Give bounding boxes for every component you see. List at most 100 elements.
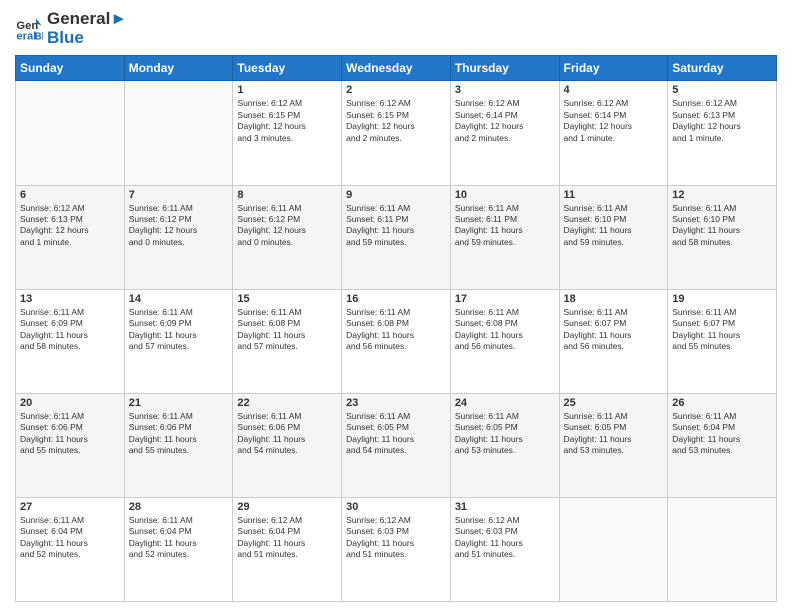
- day-info: Sunrise: 6:11 AM Sunset: 6:04 PM Dayligh…: [129, 515, 229, 561]
- day-info: Sunrise: 6:11 AM Sunset: 6:08 PM Dayligh…: [346, 307, 446, 353]
- day-number: 30: [346, 501, 446, 513]
- calendar-cell: 30 Sunrise: 6:12 AM Sunset: 6:03 PM Dayli…: [342, 497, 451, 601]
- day-info: Sunrise: 6:11 AM Sunset: 6:12 PM Dayligh…: [237, 203, 337, 249]
- day-header-saturday: Saturday: [668, 56, 777, 81]
- day-info: Sunrise: 6:12 AM Sunset: 6:15 PM Dayligh…: [237, 98, 337, 144]
- logo-line2: Blue: [47, 29, 127, 48]
- day-number: 11: [564, 189, 664, 201]
- calendar-cell: 5Sunrise: 6:12 AM Sunset: 6:13 PM Daylig…: [668, 81, 777, 185]
- calendar-cell: 16 Sunrise: 6:11 AM Sunset: 6:08 PM Dayli…: [342, 289, 451, 393]
- day-info: Sunrise: 6:11 AM Sunset: 6:12 PM Dayligh…: [129, 203, 229, 249]
- day-info: Sunrise: 6:11 AM Sunset: 6:09 PM Dayligh…: [129, 307, 229, 353]
- calendar-cell: 17 Sunrise: 6:11 AM Sunset: 6:08 PM Dayli…: [450, 289, 559, 393]
- day-info: Sunrise: 6:11 AM Sunset: 6:07 PM Dayligh…: [564, 307, 664, 353]
- calendar-cell: 19Sunrise: 6:11 AM Sunset: 6:07 PM Dayli…: [668, 289, 777, 393]
- day-number: 16: [346, 293, 446, 305]
- calendar-cell: 8 Sunrise: 6:11 AM Sunset: 6:12 PM Daylig…: [233, 185, 342, 289]
- week-row-4: 27 Sunrise: 6:11 AM Sunset: 6:04 PM Dayli…: [16, 497, 777, 601]
- calendar-cell: 9 Sunrise: 6:11 AM Sunset: 6:11 PM Daylig…: [342, 185, 451, 289]
- day-info: Sunrise: 6:11 AM Sunset: 6:09 PM Dayligh…: [20, 307, 120, 353]
- calendar-cell: 12 Sunrise: 6:11 AM Sunset: 6:10 PM Dayli…: [668, 185, 777, 289]
- calendar-cell: 3 Sunrise: 6:12 AM Sunset: 6:14 PM Daylig…: [450, 81, 559, 185]
- day-number: 6: [20, 189, 120, 201]
- day-info: Sunrise: 6:11 AM Sunset: 6:10 PM Dayligh…: [672, 203, 772, 249]
- calendar-cell: [124, 81, 233, 185]
- calendar-cell: 20 Sunrise: 6:11 AM Sunset: 6:06 PM Dayli…: [16, 393, 125, 497]
- calendar-header-row: SundayMondayTuesdayWednesdayThursdayFrid…: [16, 56, 777, 81]
- day-info: Sunrise: 6:12 AM Sunset: 6:03 PM Dayligh…: [346, 515, 446, 561]
- calendar-cell: 26 Sunrise: 6:11 AM Sunset: 6:04 PM Dayli…: [668, 393, 777, 497]
- day-header-wednesday: Wednesday: [342, 56, 451, 81]
- calendar-cell: 10 Sunrise: 6:11 AM Sunset: 6:11 PM Dayli…: [450, 185, 559, 289]
- day-number: 3: [455, 84, 555, 96]
- day-info: Sunrise: 6:11 AM Sunset: 6:06 PM Dayligh…: [237, 411, 337, 457]
- day-number: 17: [455, 293, 555, 305]
- calendar-cell: 1 Sunrise: 6:12 AM Sunset: 6:15 PM Daylig…: [233, 81, 342, 185]
- calendar-cell: 28Sunrise: 6:11 AM Sunset: 6:04 PM Dayli…: [124, 497, 233, 601]
- day-number: 12: [672, 189, 772, 201]
- calendar-cell: [668, 497, 777, 601]
- day-number: 29: [237, 501, 337, 513]
- day-info: Sunrise: 6:12 AM Sunset: 6:04 PM Dayligh…: [237, 515, 337, 561]
- day-info: Sunrise: 6:12 AM Sunset: 6:13 PM Dayligh…: [672, 98, 772, 144]
- logo-line1: General►: [47, 10, 127, 29]
- calendar-cell: 4 Sunrise: 6:12 AM Sunset: 6:14 PM Daylig…: [559, 81, 668, 185]
- day-number: 27: [20, 501, 120, 513]
- day-info: Sunrise: 6:11 AM Sunset: 6:04 PM Dayligh…: [672, 411, 772, 457]
- day-header-thursday: Thursday: [450, 56, 559, 81]
- calendar-cell: 21Sunrise: 6:11 AM Sunset: 6:06 PM Dayli…: [124, 393, 233, 497]
- calendar-cell: 15 Sunrise: 6:11 AM Sunset: 6:08 PM Dayli…: [233, 289, 342, 393]
- calendar-cell: 22 Sunrise: 6:11 AM Sunset: 6:06 PM Dayli…: [233, 393, 342, 497]
- day-number: 14: [129, 293, 229, 305]
- day-info: Sunrise: 6:12 AM Sunset: 6:14 PM Dayligh…: [564, 98, 664, 144]
- day-info: Sunrise: 6:11 AM Sunset: 6:05 PM Dayligh…: [455, 411, 555, 457]
- day-number: 4: [564, 84, 664, 96]
- day-info: Sunrise: 6:11 AM Sunset: 6:06 PM Dayligh…: [20, 411, 120, 457]
- day-info: Sunrise: 6:11 AM Sunset: 6:11 PM Dayligh…: [455, 203, 555, 249]
- day-number: 7: [129, 189, 229, 201]
- calendar-cell: 29 Sunrise: 6:12 AM Sunset: 6:04 PM Dayli…: [233, 497, 342, 601]
- day-header-sunday: Sunday: [16, 56, 125, 81]
- week-row-0: 1 Sunrise: 6:12 AM Sunset: 6:15 PM Daylig…: [16, 81, 777, 185]
- day-number: 13: [20, 293, 120, 305]
- day-number: 9: [346, 189, 446, 201]
- calendar-cell: 13 Sunrise: 6:11 AM Sunset: 6:09 PM Dayli…: [16, 289, 125, 393]
- week-row-1: 6 Sunrise: 6:12 AM Sunset: 6:13 PM Daylig…: [16, 185, 777, 289]
- day-number: 20: [20, 397, 120, 409]
- day-number: 31: [455, 501, 555, 513]
- day-info: Sunrise: 6:11 AM Sunset: 6:08 PM Dayligh…: [237, 307, 337, 353]
- day-number: 19: [672, 293, 772, 305]
- day-number: 26: [672, 397, 772, 409]
- logo: Gen eral Blue General► Blue: [15, 10, 127, 47]
- calendar-cell: 27 Sunrise: 6:11 AM Sunset: 6:04 PM Dayli…: [16, 497, 125, 601]
- calendar-cell: 24 Sunrise: 6:11 AM Sunset: 6:05 PM Dayli…: [450, 393, 559, 497]
- day-header-tuesday: Tuesday: [233, 56, 342, 81]
- day-info: Sunrise: 6:11 AM Sunset: 6:04 PM Dayligh…: [20, 515, 120, 561]
- day-number: 8: [237, 189, 337, 201]
- day-info: Sunrise: 6:11 AM Sunset: 6:08 PM Dayligh…: [455, 307, 555, 353]
- day-info: Sunrise: 6:11 AM Sunset: 6:05 PM Dayligh…: [564, 411, 664, 457]
- day-number: 1: [237, 84, 337, 96]
- calendar-cell: 6 Sunrise: 6:12 AM Sunset: 6:13 PM Daylig…: [16, 185, 125, 289]
- day-info: Sunrise: 6:12 AM Sunset: 6:13 PM Dayligh…: [20, 203, 120, 249]
- calendar-cell: 31Sunrise: 6:12 AM Sunset: 6:03 PM Dayli…: [450, 497, 559, 601]
- calendar-cell: 25Sunrise: 6:11 AM Sunset: 6:05 PM Dayli…: [559, 393, 668, 497]
- day-info: Sunrise: 6:12 AM Sunset: 6:14 PM Dayligh…: [455, 98, 555, 144]
- day-number: 21: [129, 397, 229, 409]
- day-header-monday: Monday: [124, 56, 233, 81]
- calendar-cell: 11 Sunrise: 6:11 AM Sunset: 6:10 PM Dayli…: [559, 185, 668, 289]
- day-number: 15: [237, 293, 337, 305]
- calendar-cell: 7 Sunrise: 6:11 AM Sunset: 6:12 PM Daylig…: [124, 185, 233, 289]
- day-number: 24: [455, 397, 555, 409]
- day-info: Sunrise: 6:11 AM Sunset: 6:05 PM Dayligh…: [346, 411, 446, 457]
- calendar-cell: [559, 497, 668, 601]
- svg-text:Blue: Blue: [35, 31, 43, 42]
- day-info: Sunrise: 6:11 AM Sunset: 6:11 PM Dayligh…: [346, 203, 446, 249]
- day-info: Sunrise: 6:11 AM Sunset: 6:10 PM Dayligh…: [564, 203, 664, 249]
- day-number: 22: [237, 397, 337, 409]
- calendar-cell: [16, 81, 125, 185]
- calendar-cell: 23Sunrise: 6:11 AM Sunset: 6:05 PM Dayli…: [342, 393, 451, 497]
- svg-text:eral: eral: [16, 30, 36, 42]
- header: Gen eral Blue General► Blue: [15, 10, 777, 47]
- day-number: 10: [455, 189, 555, 201]
